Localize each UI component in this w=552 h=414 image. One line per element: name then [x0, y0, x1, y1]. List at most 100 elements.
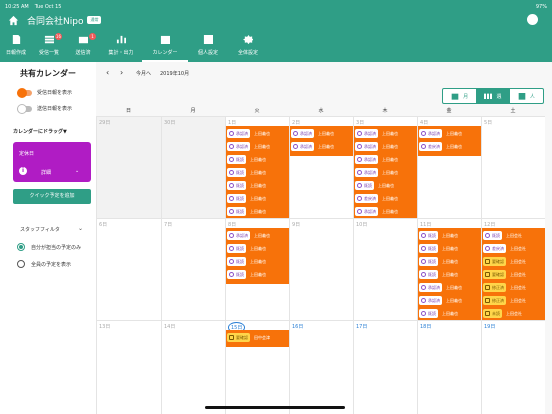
status-icon [485, 259, 490, 264]
tab-personal[interactable]: 個人設定 [188, 33, 228, 62]
calendar-event[interactable]: 修正済 上田会社 [483, 295, 544, 306]
event-status-badge: 既読 [227, 155, 246, 164]
event-status-label: 承認済 [236, 143, 248, 149]
quick-add-button[interactable]: クイック予定を追加 [13, 189, 91, 204]
day-cell[interactable]: 14日 [161, 320, 225, 414]
calendar-event[interactable]: 既読 上田義也 [419, 256, 480, 267]
day-cell[interactable]: 7日 [161, 218, 225, 320]
calendar-event[interactable]: 未読 上田会社 [483, 308, 544, 319]
calendar-event[interactable]: 差戻済 上田義也 [355, 193, 416, 204]
next-month-button[interactable]: › [120, 68, 123, 77]
view-week-button[interactable]: 週 [476, 89, 510, 103]
view-month-button[interactable]: 月 [443, 89, 476, 103]
day-cell[interactable]: 3日 承認済 上田義也 承認済 上田義也 承認済 上田義也 承認済 上田義也 既読 上田義也 差戻済上… [353, 116, 417, 221]
toggle-received[interactable] [17, 88, 32, 98]
day-cell[interactable]: 2日 承認済 上田義也 承認済 上田義也 [289, 116, 353, 218]
event-status-badge: 承認済 [291, 142, 314, 151]
home-icon[interactable] [8, 15, 19, 26]
calendar-event[interactable]: 差戻済 上田義也 [419, 141, 480, 152]
info-icon[interactable]: i [19, 167, 27, 175]
calendar-event[interactable]: 承認済 上田義也 [355, 206, 416, 217]
calendar-event[interactable]: 既読 上田義也 [419, 230, 480, 241]
day-cell[interactable]: 6日 [96, 218, 161, 320]
this-month-button[interactable]: 今月へ [136, 70, 151, 77]
calendar-event[interactable]: 承認済 上田義也 [355, 167, 416, 178]
event-staff-name: 上田義也 [318, 143, 334, 149]
event-status-badge: 差戻済 [483, 244, 506, 253]
day-cell[interactable]: 19日 [481, 320, 545, 414]
event-staff-name: 上田義也 [446, 297, 462, 303]
calendar-event[interactable]: 要確認 田中会津 [227, 332, 288, 343]
event-staff-name: 上田義也 [442, 310, 458, 316]
calendar-event[interactable]: 要確認 上田会社 [483, 269, 544, 280]
calendar-icon [160, 35, 171, 45]
calendar-event[interactable]: 承認済 上田義也 [419, 282, 480, 293]
day-cell[interactable]: 10日 [353, 218, 417, 320]
calendar-event[interactable]: 既読 上田義也 [419, 269, 480, 280]
day-cell[interactable]: 8日 承認済 上田義也 既読 上田義也 既読 上田義也 既読 上田義也 [225, 218, 289, 320]
day-cell[interactable]: 4日 承認済 上田義也 差戻済 上田義也 [417, 116, 481, 218]
calendar-event[interactable]: 承認済 上田義也 [227, 128, 288, 139]
tab-stats[interactable]: 集計・出力 [100, 33, 142, 62]
radio-mine[interactable] [17, 243, 25, 251]
calendar-event[interactable]: 既読 上田義也 [227, 256, 288, 267]
status-icon [421, 272, 426, 277]
calendar-event[interactable]: 既読 上田義也 [227, 206, 288, 217]
calendar-event[interactable]: 承認済 上田義也 [291, 141, 352, 152]
tab-global[interactable]: 全体設定 [228, 33, 268, 62]
current-month: 2019年10月 [160, 71, 190, 77]
prev-month-button[interactable]: ‹ [106, 68, 109, 77]
tab-inbox[interactable]: 受信一覧 16 [32, 33, 66, 62]
toggle-sent[interactable] [17, 104, 32, 114]
calendar-event[interactable]: 修正済 上田会社 [483, 282, 544, 293]
calendar-event[interactable]: 既読 上田義也 [227, 243, 288, 254]
calendar-event[interactable]: 既読 上田義也 [227, 193, 288, 204]
day-cell[interactable]: 15日 要確認 田中会津 [225, 320, 289, 414]
calendar-event[interactable]: 既読 上田義也 [227, 154, 288, 165]
calendar-event[interactable]: 既読 上田義也 [227, 180, 288, 191]
calendar-event[interactable]: 承認済 上田義也 [355, 128, 416, 139]
calendar-event[interactable]: 既読 上田義也 [355, 180, 416, 191]
day-cell[interactable]: 13日 [96, 320, 161, 414]
day-cell[interactable]: 1日 承認済 上田義也 承認済 上田義也 既読 上田義也 既読 上田義也 既読 上田義也 既読 上田義也… [225, 116, 289, 221]
plan-badge: 通常 [87, 16, 102, 24]
tab-nippo[interactable]: 日報作成 [0, 33, 32, 62]
day-cell[interactable]: 18日 [417, 320, 481, 414]
event-status-label: 承認済 [364, 130, 376, 136]
calendar-event[interactable]: 承認済 上田義也 [419, 128, 480, 139]
day-cell[interactable]: 29日 [96, 116, 161, 218]
calendar-event[interactable]: 既読 上田義也 [227, 269, 288, 280]
day-cell[interactable]: 17日 [353, 320, 417, 414]
day-cell[interactable]: 5日 [481, 116, 545, 218]
calendar-event[interactable]: 差戻済 上田会社 [483, 243, 544, 254]
chevron-down-icon[interactable]: ⌄ [75, 168, 79, 174]
tab-calendar[interactable]: カレンダー [142, 33, 188, 62]
calendar-event[interactable]: 承認済 上田義也 [227, 141, 288, 152]
drag-card-holiday[interactable]: 定休日 i 詳細 ⌄ [13, 142, 91, 182]
day-cell[interactable]: 30日 [161, 116, 225, 218]
toggle-sent-label: 送信日報を表示 [37, 106, 73, 112]
calendar-event[interactable]: 既読 上田義也 [419, 243, 480, 254]
day-cell[interactable]: 9日 [289, 218, 353, 320]
calendar-event[interactable]: 既読 上田会社 [483, 230, 544, 241]
calendar-event[interactable]: 既読 上田義也 [227, 167, 288, 178]
day-number: 11日 [420, 222, 432, 228]
calendar-event[interactable]: 承認済 上田義也 [291, 128, 352, 139]
user-icon[interactable] [527, 14, 538, 25]
calendar-event[interactable]: 要確認 上田会社 [483, 256, 544, 267]
calendar-event[interactable]: 既読 上田義也 [419, 308, 480, 319]
event-status-badge: 既読 [419, 244, 438, 253]
day-cell[interactable]: 11日 既読 上田義也 既読 上田義也 既読 上田義也 既読 上田義也 承認済 上田義也 承認済 上田義… [417, 218, 481, 323]
day-cell[interactable]: 12日 既読 上田会社 差戻済 上田会社 要確認 上田会社 要確認 上田会社 修正済 上田会社 修正済… [481, 218, 545, 323]
tab-sent[interactable]: 送信済 1 [66, 33, 100, 62]
calendar-event[interactable]: 承認済 上田義也 [419, 295, 480, 306]
calendar-event[interactable]: 承認済 上田義也 [227, 230, 288, 241]
view-label: 週 [496, 93, 502, 100]
radio-all[interactable] [17, 260, 25, 268]
view-person-button[interactable]: 人 [510, 89, 543, 103]
day-cell[interactable]: 16日 [289, 320, 353, 414]
calendar-event[interactable]: 承認済 上田義也 [355, 141, 416, 152]
status-icon [421, 298, 426, 303]
calendar-event[interactable]: 承認済 上田義也 [355, 154, 416, 165]
chevron-down-icon[interactable]: ⌄ [78, 225, 83, 232]
